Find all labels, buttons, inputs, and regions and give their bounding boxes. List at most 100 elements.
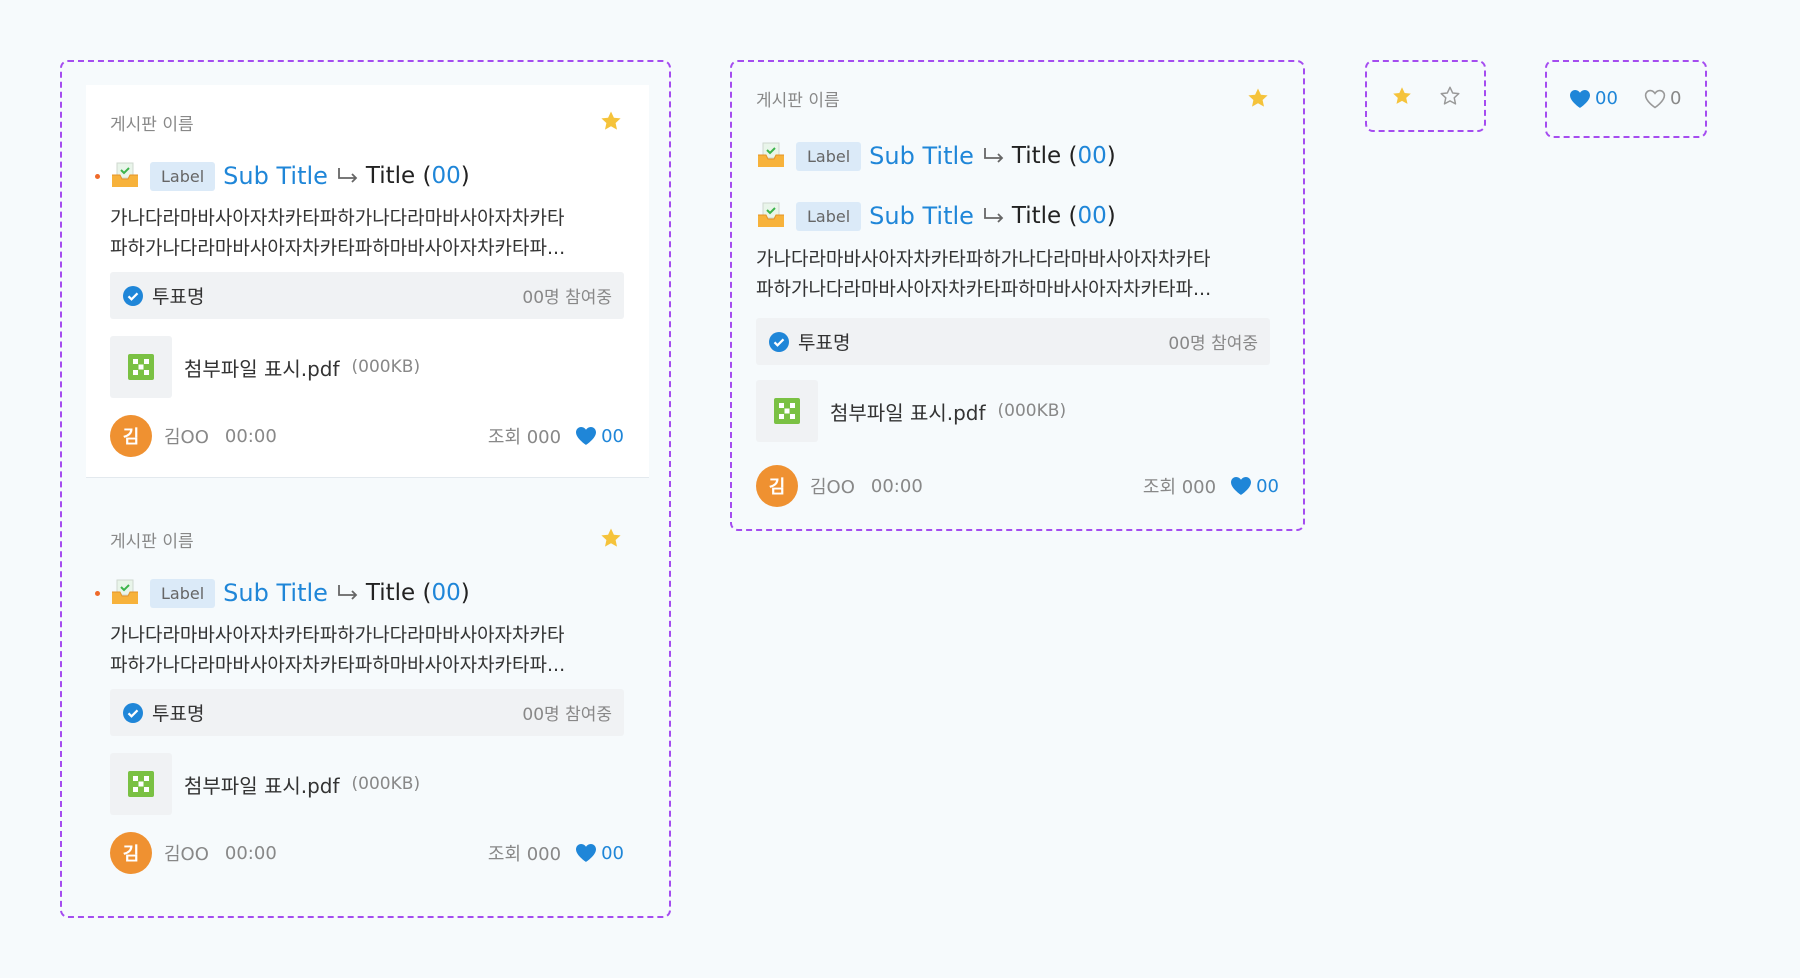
post-description: 가나다라마바사아자차카타파하가나다라마바사아자차카타 파하가나다라마바사아자차카… xyxy=(756,248,1212,300)
star-icon[interactable] xyxy=(1246,86,1270,110)
post-time: 00:00 xyxy=(870,475,923,497)
post-description: 가나다라마바사아자차카타파하가나다라마바사아자차카타 파하가나다라마바사아자차카… xyxy=(110,207,566,259)
avatar: 김 xyxy=(756,465,798,507)
post-title: Title (00) xyxy=(1011,143,1116,169)
view-count: 조회 000 xyxy=(487,844,562,865)
vote-name: 투표명 xyxy=(152,703,205,725)
post-title-row[interactable]: Label Sub Title Title (00) xyxy=(756,140,1116,172)
post-list-group: 게시판 이름 Label Sub Title Title (00) 가나다라마바… xyxy=(60,60,671,918)
star-icon[interactable] xyxy=(599,109,623,133)
check-circle-icon xyxy=(768,331,790,353)
post-card[interactable]: 게시판 이름 Label Sub Title Title (00) Label … xyxy=(732,62,1303,529)
view-count: 조회 000 xyxy=(1142,477,1217,498)
post-stats: 조회 000 00 xyxy=(488,832,624,874)
heart-icon[interactable] xyxy=(1230,476,1252,496)
avatar: 김 xyxy=(110,832,152,874)
heart-outline-icon xyxy=(1644,89,1666,109)
file-thumbnail xyxy=(110,753,172,815)
vote-box[interactable]: 투표명 00명 참여중 xyxy=(756,318,1270,365)
author-name: 김OO xyxy=(164,427,209,448)
post-title-row[interactable]: Label Sub Title Title (00) xyxy=(756,200,1116,232)
like-unliked[interactable]: 0 xyxy=(1644,88,1681,109)
like-count: 0 xyxy=(1670,88,1682,109)
heart-icon[interactable] xyxy=(575,843,597,863)
inbox-check-icon xyxy=(756,201,786,231)
post-detail-group: 게시판 이름 Label Sub Title Title (00) Label … xyxy=(730,60,1305,531)
file-thumbnail-icon xyxy=(128,354,154,380)
label-badge: Label xyxy=(150,578,216,608)
vote-box[interactable]: 투표명 00명 참여중 xyxy=(110,272,624,319)
inbox-check-icon xyxy=(110,161,140,191)
post-description: 가나다라마바사아자차카타파하가나다라마바사아자차카타 파하가나다라마바사아자차카… xyxy=(110,624,566,676)
label-badge: Label xyxy=(150,161,216,191)
attachment[interactable]: 첨부파일 표시.pdf (000KB) xyxy=(110,336,420,398)
file-size: (000KB) xyxy=(351,774,421,794)
sub-title: Sub Title xyxy=(869,202,974,230)
check-circle-icon xyxy=(122,285,144,307)
post-meta: 김 김OO 00:00 xyxy=(756,465,923,507)
board-name: 게시판 이름 xyxy=(110,115,194,135)
post-card[interactable]: 게시판 이름 Label Sub Title Title (00) 가나다라마바… xyxy=(86,502,649,895)
like-count: 00 xyxy=(601,842,624,864)
like-count: 00 xyxy=(1595,88,1618,109)
label-badge: Label xyxy=(796,201,862,231)
comment-count: 00 xyxy=(431,163,461,189)
reply-arrow-icon xyxy=(336,583,360,603)
heart-icon xyxy=(1569,89,1591,109)
post-time: 00:00 xyxy=(224,842,277,864)
view-count: 조회 000 xyxy=(487,427,562,448)
post-title: Title (00) xyxy=(365,580,470,606)
vote-participants: 00명 참여중 xyxy=(1168,334,1258,354)
like-count: 00 xyxy=(601,425,624,447)
new-indicator-dot xyxy=(95,174,100,179)
comment-count: 00 xyxy=(1077,203,1107,229)
file-size: (000KB) xyxy=(351,357,421,377)
favorite-states-group xyxy=(1365,60,1486,132)
vote-participants: 00명 참여중 xyxy=(522,705,612,725)
file-thumbnail-icon xyxy=(128,771,154,797)
vote-box[interactable]: 투표명 00명 참여중 xyxy=(110,689,624,736)
post-title: Title (00) xyxy=(1011,203,1116,229)
star-icon-filled[interactable] xyxy=(1391,85,1413,107)
avatar: 김 xyxy=(110,415,152,457)
heart-icon[interactable] xyxy=(575,426,597,446)
post-title-row[interactable]: Label Sub Title Title (00) xyxy=(110,577,470,609)
file-size: (000KB) xyxy=(997,401,1067,421)
author-name: 김OO xyxy=(810,477,855,498)
attachment[interactable]: 첨부파일 표시.pdf (000KB) xyxy=(756,380,1066,442)
reply-arrow-icon xyxy=(336,166,360,186)
post-card[interactable]: 게시판 이름 Label Sub Title Title (00) 가나다라마바… xyxy=(86,85,649,478)
post-meta: 김 김OO 00:00 xyxy=(110,832,277,874)
board-name: 게시판 이름 xyxy=(756,91,840,111)
author-name: 김OO xyxy=(164,844,209,865)
sub-title: Sub Title xyxy=(869,142,974,170)
star-icon-outline[interactable] xyxy=(1439,85,1461,107)
file-name: 첨부파일 표시.pdf xyxy=(184,356,340,381)
inbox-check-icon xyxy=(756,141,786,171)
vote-participants: 00명 참여중 xyxy=(522,288,612,308)
sub-title: Sub Title xyxy=(223,579,328,607)
post-stats: 조회 000 00 xyxy=(488,415,624,457)
post-title-row[interactable]: Label Sub Title Title (00) xyxy=(110,160,470,192)
sub-title: Sub Title xyxy=(223,162,328,190)
file-name: 첨부파일 표시.pdf xyxy=(830,400,986,425)
post-meta: 김 김OO 00:00 xyxy=(110,415,277,457)
vote-name: 투표명 xyxy=(798,332,851,354)
post-title: Title (00) xyxy=(365,163,470,189)
file-name: 첨부파일 표시.pdf xyxy=(184,773,340,798)
like-count: 00 xyxy=(1256,475,1279,497)
vote-name: 투표명 xyxy=(152,286,205,308)
board-name: 게시판 이름 xyxy=(110,532,194,552)
inbox-check-icon xyxy=(110,578,140,608)
label-badge: Label xyxy=(796,141,862,171)
reply-arrow-icon xyxy=(982,206,1006,226)
post-stats: 조회 000 00 xyxy=(1143,465,1279,507)
comment-count: 00 xyxy=(431,580,461,606)
attachment[interactable]: 첨부파일 표시.pdf (000KB) xyxy=(110,753,420,815)
like-states-group: 00 0 xyxy=(1545,60,1707,138)
star-icon[interactable] xyxy=(599,526,623,550)
like-liked[interactable]: 00 xyxy=(1569,88,1618,109)
file-thumbnail xyxy=(756,380,818,442)
reply-arrow-icon xyxy=(982,146,1006,166)
file-thumbnail-icon xyxy=(774,398,800,424)
